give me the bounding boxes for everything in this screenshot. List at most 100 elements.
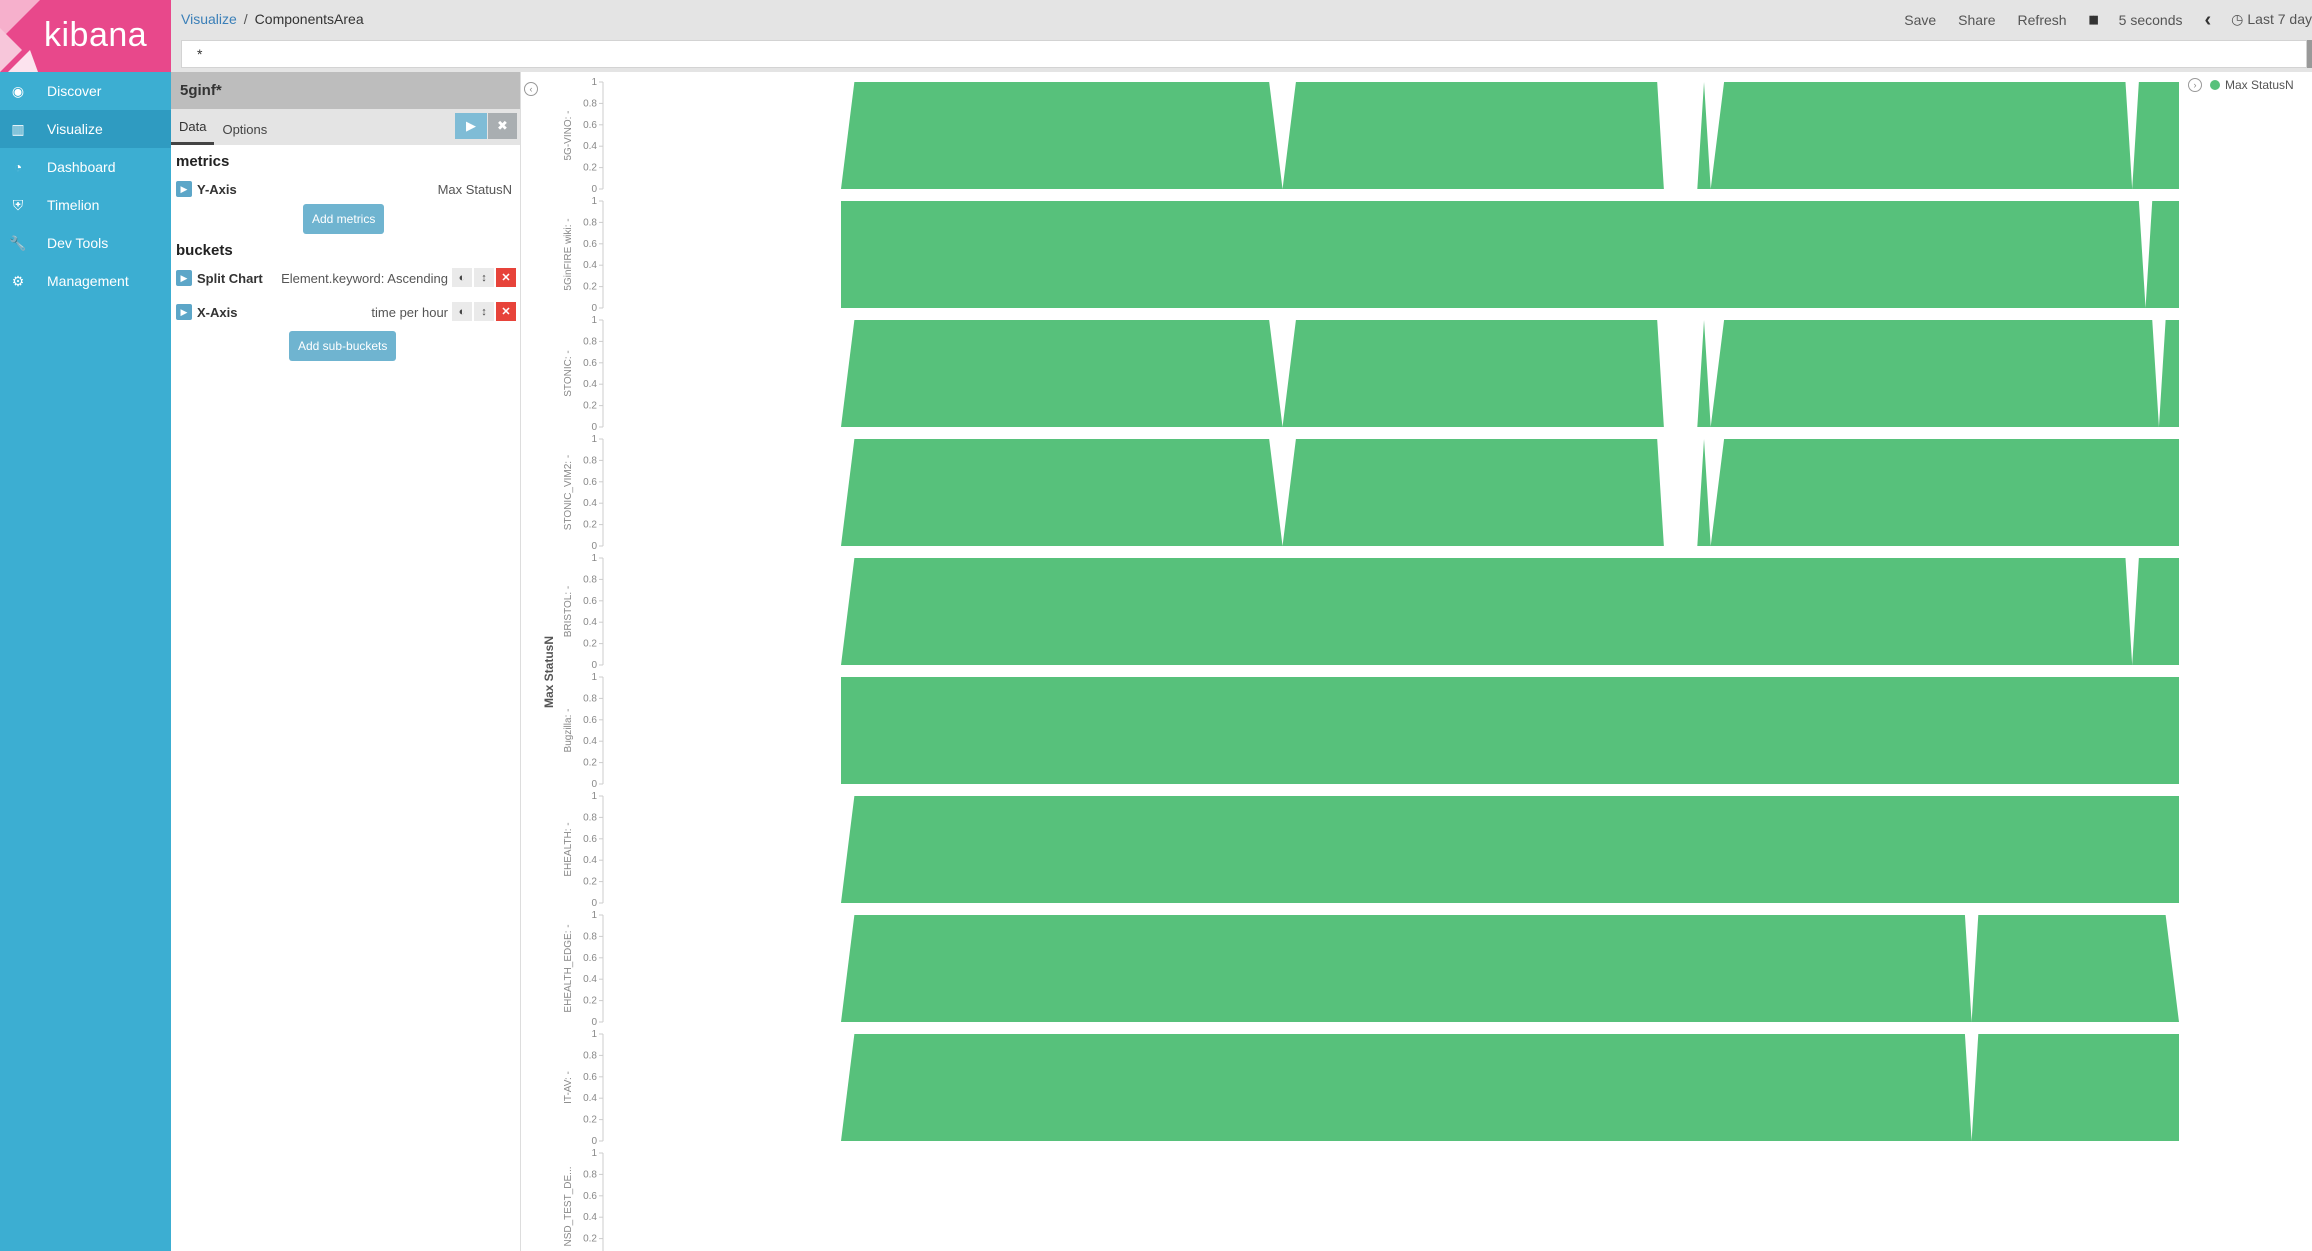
- pause-icon[interactable]: ▮▮: [2089, 13, 2099, 26]
- area-series[interactable]: [841, 915, 2179, 1022]
- query-scroll-edge: [2307, 40, 2312, 68]
- expand-caret-icon[interactable]: ▶: [176, 270, 192, 286]
- y-tick-label: 0.2: [583, 877, 597, 888]
- sidebar-item-discover[interactable]: ◉ Discover: [0, 72, 171, 110]
- y-tick-label: 0.6: [583, 358, 597, 369]
- bar-chart-icon: ▥: [11, 120, 25, 137]
- expand-caret-icon[interactable]: ▶: [176, 304, 192, 320]
- y-tick-label: 0.6: [583, 1072, 597, 1083]
- y-tick-label: 0: [591, 303, 597, 314]
- breadcrumb: Visualize / ComponentsArea: [181, 11, 364, 27]
- split-label: STONIC_VIM2: -: [563, 455, 574, 530]
- chevron-left-icon[interactable]: ‹: [2205, 10, 2212, 30]
- y-tick-label: 0.4: [583, 855, 597, 866]
- y-tick-label: 0.8: [583, 336, 597, 347]
- kibana-logo[interactable]: kibana: [0, 0, 171, 72]
- agg-controls: ◐ ↕ ✕: [452, 268, 516, 287]
- y-tick-label: 0: [591, 1136, 597, 1147]
- y-tick-label: 0.4: [583, 974, 597, 985]
- share-button[interactable]: Share: [1958, 12, 1995, 28]
- tab-data[interactable]: Data: [171, 111, 215, 145]
- tab-options[interactable]: Options: [214, 114, 275, 145]
- chart-panel: 0 0.2 0.4 0.6 0.8 1 STONIC: -: [563, 315, 2179, 433]
- chart-legend: › Max StatusN: [2188, 78, 2294, 92]
- save-button[interactable]: Save: [1904, 12, 1936, 28]
- y-tick-label: 0.2: [583, 282, 597, 293]
- sidebar-item-visualize[interactable]: ▥ Visualize: [0, 110, 171, 148]
- y-tick-label: 0.2: [583, 1234, 597, 1245]
- y-tick-label: 1: [591, 1148, 597, 1159]
- refresh-button[interactable]: Refresh: [2018, 12, 2067, 28]
- y-tick-label: 0.8: [583, 1169, 597, 1180]
- y-tick-label: 0.6: [583, 596, 597, 607]
- add-sub-buckets-button[interactable]: Add sub-buckets: [289, 331, 397, 361]
- delete-icon[interactable]: ✕: [496, 268, 516, 287]
- y-tick-label: 0: [591, 541, 597, 552]
- reorder-icon[interactable]: ↕: [474, 302, 494, 321]
- time-range[interactable]: Last 7 day: [2247, 11, 2312, 27]
- area-series[interactable]: [841, 558, 2179, 665]
- collapse-sidebar-icon[interactable]: ‹: [524, 82, 538, 96]
- sidebar-item-management[interactable]: ⚙ Management: [0, 262, 171, 300]
- chart-panel: 0 0.2 0.4 0.6 0.8 1 5G-VINO: -: [563, 77, 2179, 195]
- metric-y-axis[interactable]: ▶ Y-Axis Max StatusN: [171, 174, 520, 204]
- chart-panel: 0 0.2 0.4 0.6 0.8 1 IT-AV: -: [563, 1029, 2179, 1147]
- compass-icon: ◉: [11, 82, 25, 99]
- agg-value: time per hour: [371, 305, 448, 320]
- y-tick-label: 1: [591, 1029, 597, 1040]
- y-tick-label: 0: [591, 898, 597, 909]
- sidebar-item-dashboard[interactable]: ◔ Dashboard: [0, 148, 171, 186]
- y-tick-label: 0.4: [583, 1212, 597, 1223]
- discard-changes-button[interactable]: ✖: [488, 113, 517, 139]
- toggle-icon[interactable]: ◐: [452, 268, 472, 287]
- apply-changes-button[interactable]: ▶: [455, 113, 487, 139]
- y-tick-label: 0.2: [583, 520, 597, 531]
- area-series[interactable]: [841, 82, 2179, 189]
- area-series[interactable]: [841, 796, 2179, 903]
- area-series[interactable]: [841, 677, 2179, 784]
- y-tick-label: 0.4: [583, 379, 597, 390]
- y-tick-label: 0.4: [583, 736, 597, 747]
- area-series[interactable]: [841, 320, 2179, 427]
- split-label: Bugzilla: -: [563, 709, 574, 753]
- bucket-x-axis[interactable]: ▶ X-Axis time per hour ◐ ↕ ✕: [171, 297, 520, 331]
- legend-color-dot[interactable]: [2210, 80, 2220, 90]
- breadcrumb-visualize-link[interactable]: Visualize: [181, 11, 237, 27]
- breadcrumb-current: ComponentsArea: [254, 11, 364, 27]
- y-tick-label: 0.6: [583, 239, 597, 250]
- delete-icon[interactable]: ✕: [496, 302, 516, 321]
- sidebar-item-dev-tools[interactable]: 🔧 Dev Tools: [0, 224, 171, 262]
- y-tick-label: 0.6: [583, 120, 597, 131]
- y-tick-label: 1: [591, 910, 597, 921]
- area-series[interactable]: [841, 201, 2179, 308]
- area-series[interactable]: [841, 1034, 2179, 1141]
- sidebar-item-timelion[interactable]: ⛨ Timelion: [0, 186, 171, 224]
- query-input[interactable]: *: [181, 40, 2307, 68]
- y-tick-label: 0.8: [583, 693, 597, 704]
- split-label: EHEALTH_EDGE: -: [563, 924, 574, 1012]
- legend-toggle-icon[interactable]: ›: [2188, 78, 2202, 92]
- area-series[interactable]: [841, 439, 2179, 546]
- legend-label[interactable]: Max StatusN: [2225, 78, 2294, 92]
- chart-panel: 0 0.2 0.4 0.6 0.8 1 BRISTOL: -: [563, 553, 2179, 671]
- toggle-icon[interactable]: ◐: [452, 302, 472, 321]
- split-label: 5G-VINO: -: [563, 110, 574, 160]
- refresh-interval[interactable]: 5 seconds: [2119, 12, 2183, 28]
- reorder-icon[interactable]: ↕: [474, 268, 494, 287]
- sidebar-item-label: Discover: [47, 83, 102, 99]
- clock-icon[interactable]: ◷: [2231, 11, 2243, 27]
- index-pattern-title: 5ginf*: [171, 72, 520, 109]
- sidebar: kibana ◉ Discover ▥ Visualize ◔ Dashboard ⛨ Tim…: [0, 0, 171, 1251]
- y-tick-label: 0.8: [583, 574, 597, 585]
- add-buckets-wrap: Add sub-buckets: [171, 331, 520, 365]
- y-tick-label: 1: [591, 77, 597, 88]
- sidebar-item-label: Management: [47, 273, 129, 289]
- sidebar-item-label: Visualize: [47, 121, 103, 137]
- split-label: EHEALTH: -: [563, 822, 574, 876]
- y-tick-label: 0.6: [583, 953, 597, 964]
- y-tick-label: 0.4: [583, 260, 597, 271]
- agg-name: X-Axis: [197, 305, 238, 320]
- add-metrics-button[interactable]: Add metrics: [303, 204, 385, 234]
- bucket-split-chart[interactable]: ▶ Split Chart Element.keyword: Ascending…: [171, 263, 520, 297]
- expand-caret-icon[interactable]: ▶: [176, 181, 192, 197]
